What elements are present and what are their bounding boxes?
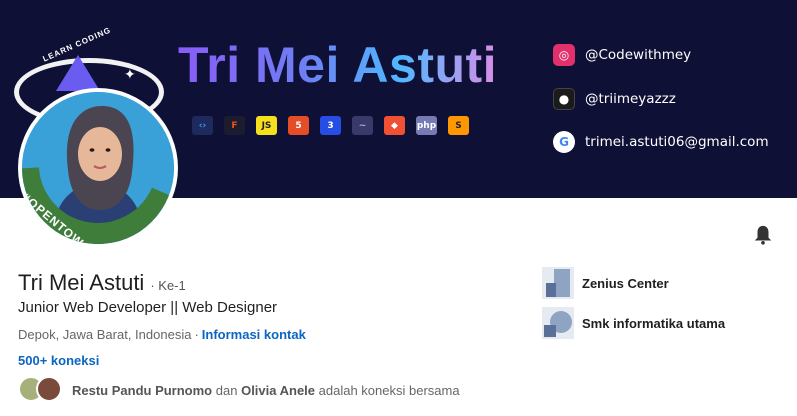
php-icon: php: [416, 116, 437, 135]
profile-name: Tri Mei Astuti: [18, 270, 145, 295]
git-icon: ◆: [384, 116, 405, 135]
avatar: #OPENTOWORK: [22, 92, 174, 244]
email-address: trimei.astuti06@gmail.com: [585, 134, 769, 150]
vscode-icon: ‹›: [192, 116, 213, 135]
google-icon: G: [553, 131, 575, 153]
mutual-connections[interactable]: Restu Pandu Purnomo dan Olivia Anele ada…: [18, 376, 460, 404]
logo-triangle: [56, 55, 100, 91]
bell-icon[interactable]: [752, 224, 774, 246]
school-logo-icon: [542, 307, 574, 339]
github-handle: @triimeyazzz: [585, 91, 676, 107]
social-instagram: ◎ @Codewithmey: [553, 44, 691, 66]
mutual-avatars: [18, 376, 64, 404]
org-name: Zenius Center: [582, 275, 669, 291]
sublime-icon: S: [448, 116, 469, 135]
avatar: [36, 376, 62, 402]
sparkle-icon: ✦: [124, 66, 136, 82]
org-item-smk[interactable]: Smk informatika utama: [542, 307, 725, 339]
mutual-joiner: dan: [215, 382, 238, 398]
css3-icon: 3: [320, 116, 341, 135]
mutual-person-2: Olivia Anele: [241, 382, 316, 398]
instagram-icon: ◎: [553, 44, 575, 66]
html5-icon: 5: [288, 116, 309, 135]
jquery-icon: ~: [352, 116, 373, 135]
github-icon: ●: [553, 88, 575, 110]
figma-icon: F: [224, 116, 245, 135]
connections-link[interactable]: 500+ koneksi: [18, 353, 99, 368]
banner-name: Tri Mei Astuti: [178, 37, 498, 93]
javascript-icon: JS: [256, 116, 277, 135]
org-name: Smk informatika utama: [582, 315, 726, 331]
mutual-person-1: Restu Pandu Purnomo: [72, 382, 213, 398]
social-email: G trimei.astuti06@gmail.com: [553, 131, 769, 153]
tech-stack-icons: ‹› F JS 5 3 ~ ◆ php S: [192, 116, 469, 135]
mutual-suffix: adalah koneksi bersama: [318, 382, 460, 398]
location-row: Depok, Jawa Barat, Indonesia · Informasi k…: [18, 327, 306, 342]
social-github: ● @triimeyazzz: [553, 88, 676, 110]
instagram-handle: @Codewithmey: [585, 47, 692, 63]
profile-headline: Junior Web Developer || Web Designer: [18, 299, 278, 316]
mutual-connections-text: Restu Pandu Purnomo dan Olivia Anele ada…: [72, 383, 460, 398]
org-item-zenius[interactable]: Zenius Center: [542, 267, 669, 299]
profile-photo[interactable]: #OPENTOWORK: [18, 88, 178, 248]
contact-info-link[interactable]: Informasi kontak: [202, 327, 306, 342]
connection-degree: · Ke-1: [150, 278, 186, 293]
location-text: Depok, Jawa Barat, Indonesia: [18, 327, 192, 342]
location-separator: ·: [194, 327, 199, 342]
name-row: Tri Mei Astuti · Ke-1: [18, 270, 186, 296]
company-logo-icon: [542, 267, 574, 299]
